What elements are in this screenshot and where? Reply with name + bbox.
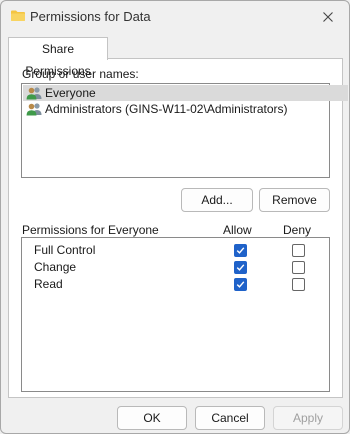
group-user-list[interactable]: Everyone Administrators (GINS-W11-02\Adm… [21,83,348,178]
permissions-dialog: Permissions for Data Share Permissions G… [0,0,350,434]
user-group-icon [26,86,42,100]
permissions-list: Full Control Change Read [21,237,330,392]
deny-checkbox-change[interactable] [292,261,305,274]
permission-name: Read [34,277,63,291]
apply-button[interactable]: Apply [273,406,343,430]
close-button[interactable] [315,5,341,29]
deny-column-header: Deny [283,223,312,237]
list-item-administrators[interactable]: Administrators (GINS-W11-02\Administrato… [23,101,288,117]
cancel-button[interactable]: Cancel [195,406,265,430]
list-item-everyone[interactable]: Everyone [23,85,348,101]
allow-checkbox-change[interactable] [234,261,247,274]
tab-share-permissions[interactable]: Share Permissions [8,37,108,78]
ok-button[interactable]: OK [117,406,187,430]
deny-checkbox-read[interactable] [292,278,305,291]
title-bar: Permissions for Data [1,1,349,33]
share-permissions-panel: Group or user names: Everyone [8,58,348,398]
close-icon [323,12,333,22]
permission-name: Change [34,260,77,274]
deny-checkbox-full-control[interactable] [292,244,305,257]
user-group-icon [26,102,42,116]
permission-row-full-control: Full Control [22,242,327,259]
remove-button[interactable]: Remove [259,188,330,212]
folder-icon [11,10,25,21]
allow-checkbox-full-control[interactable] [234,244,247,257]
allow-checkbox-read[interactable] [234,278,247,291]
window-title: Permissions for Data [30,9,151,24]
list-item-label: Administrators (GINS-W11-02\Administrato… [45,102,288,116]
permission-name: Full Control [34,243,96,257]
permission-row-read: Read [22,276,327,293]
add-button[interactable]: Add... [181,188,253,212]
permissions-header: Permissions for Everyone [22,223,159,237]
permission-row-change: Change [22,259,327,276]
allow-column-header: Allow [223,223,252,237]
list-item-label: Everyone [45,86,96,100]
